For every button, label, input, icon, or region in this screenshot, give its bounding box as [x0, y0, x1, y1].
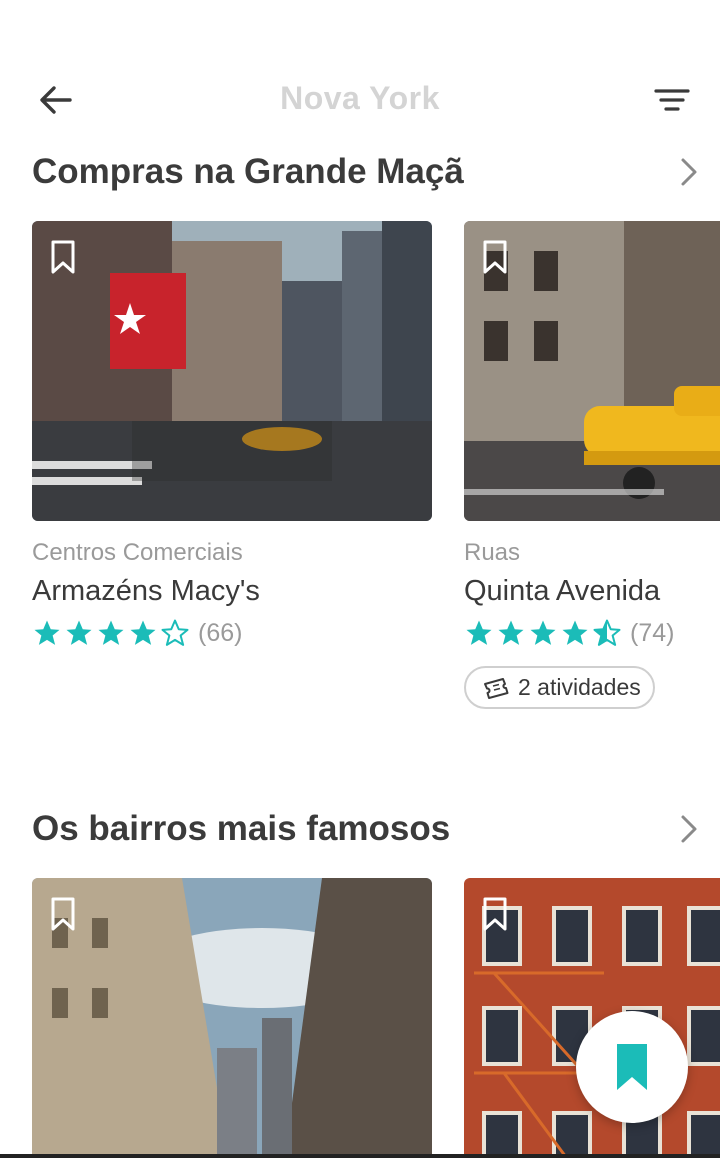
bookmark-icon: [617, 1044, 647, 1090]
bookmark-icon[interactable]: [50, 896, 76, 932]
review-count: (74): [630, 618, 675, 647]
place-image: [464, 221, 720, 521]
section-title: Compras na Grande Maçã: [32, 152, 464, 191]
place-card[interactable]: Centros Comerciais Armazéns Macy's (66): [32, 221, 432, 648]
carousel-shopping[interactable]: Centros Comerciais Armazéns Macy's (66): [32, 221, 720, 721]
activities-label: 2 atividades: [518, 674, 641, 700]
place-name: Quinta Avenida: [464, 575, 661, 607]
star-full-icon: [498, 620, 524, 645]
bottom-edge: [0, 1154, 720, 1158]
place-image: [32, 878, 432, 1154]
section-header-shopping[interactable]: Compras na Grande Maçã: [32, 147, 704, 197]
star-empty-icon: [161, 619, 189, 646]
star-full-icon: [98, 620, 124, 645]
section-header-neighborhoods[interactable]: Os bairros mais famosos: [32, 804, 704, 854]
star-rating: [464, 618, 622, 648]
macys-photo: [32, 221, 432, 521]
star-full-icon: [34, 620, 60, 645]
chevron-right-icon[interactable]: [674, 157, 704, 187]
star-half-icon: [593, 619, 621, 646]
activities-chip[interactable]: 2 atividades: [464, 666, 655, 709]
bookmark-icon[interactable]: [50, 239, 76, 275]
chevron-right-icon[interactable]: [674, 814, 704, 844]
star-full-icon: [130, 620, 156, 645]
star-full-icon: [530, 620, 556, 645]
place-card[interactable]: Ruas Quinta Avenida (74) 2 atividades: [464, 221, 720, 709]
section-title: Os bairros mais famosos: [32, 809, 451, 848]
star-rating: [32, 618, 190, 648]
place-image: [32, 221, 432, 521]
star-full-icon: [562, 620, 588, 645]
top-bar: Nova York: [0, 0, 720, 150]
page-title: Nova York: [280, 80, 440, 116]
filter-icon: [654, 89, 690, 111]
star-full-icon: [66, 620, 92, 645]
place-name: Armazéns Macy's: [32, 575, 260, 607]
place-card[interactable]: [32, 878, 432, 1154]
place-category: Ruas: [464, 539, 521, 566]
filter-button[interactable]: [652, 80, 692, 120]
ticket-icon: [484, 677, 509, 699]
rating: (74): [464, 618, 720, 648]
review-count: (66): [198, 618, 243, 647]
place-category: Centros Comerciais: [32, 539, 243, 566]
place-card[interactable]: [464, 878, 720, 1154]
bookmark-icon[interactable]: [482, 896, 508, 932]
star-full-icon: [466, 620, 492, 645]
place-image: [464, 878, 720, 1154]
soho-photo: [32, 878, 432, 1154]
rating: (66): [32, 618, 432, 648]
saved-places-fab[interactable]: [576, 1011, 688, 1123]
bookmark-icon[interactable]: [482, 239, 508, 275]
